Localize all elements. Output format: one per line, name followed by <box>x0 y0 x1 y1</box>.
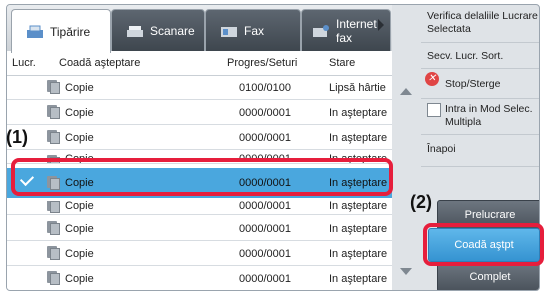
document-icon <box>47 221 60 235</box>
sort-button[interactable]: Secv. Lucr. Sort. <box>421 43 539 69</box>
document-icon <box>47 130 60 144</box>
highlight-selected-row <box>11 158 393 196</box>
stop-label: Stop/Sterge <box>445 78 501 90</box>
multi-select-toggle[interactable]: Intra in Mod Selec. Multipla <box>421 99 539 135</box>
callout-1: (1) <box>6 127 28 147</box>
complete-button[interactable]: Complet <box>437 262 539 290</box>
document-icon <box>47 201 60 213</box>
tab-print[interactable]: Tipărire <box>11 9 111 53</box>
tab-scroll-right-icon[interactable] <box>378 19 384 31</box>
table-row[interactable]: Copie 0000/0001 In aşteptare <box>7 201 392 215</box>
scroll-down-button[interactable] <box>396 263 416 283</box>
scroll-up-button[interactable] <box>396 83 416 103</box>
tab-bar: Tipărire Scanare Fax Internet fax <box>7 5 392 53</box>
tab-label: Fax <box>244 23 265 38</box>
tab-fax[interactable]: Fax <box>205 9 301 51</box>
checkbox-icon <box>427 103 441 117</box>
close-icon: ✕ <box>425 72 439 86</box>
tab-label: Scanare <box>150 23 195 38</box>
col-queue: Coadă aşteptare <box>59 57 141 69</box>
document-icon <box>47 105 60 119</box>
arrow-down-icon <box>400 268 412 275</box>
print-icon <box>26 25 44 39</box>
scan-icon <box>126 24 144 38</box>
highlight-queue-button <box>423 223 544 266</box>
table-row[interactable]: Copie 0000/0001 In aşteptare <box>7 100 392 125</box>
table-row[interactable]: Copie 0000/0001 In aşteptare <box>7 125 392 150</box>
col-progress: Progres/Seturi <box>227 57 298 69</box>
document-icon <box>47 80 60 94</box>
col-status: Stare <box>329 57 356 69</box>
document-icon <box>47 246 60 260</box>
arrow-up-icon <box>400 88 412 95</box>
tab-label: Tipărire <box>50 24 91 39</box>
tab-scan[interactable]: Scanare <box>111 9 205 51</box>
internet-fax-icon <box>312 24 330 38</box>
table-row[interactable]: Copie 0000/0001 In aşteptare <box>7 216 392 241</box>
table-row[interactable]: Copie 0100/0100 Lipsă hârtie <box>7 75 392 100</box>
fax-icon <box>220 24 238 38</box>
table-row[interactable]: Copie 0000/0001 In aşteptare <box>7 266 392 290</box>
stop-delete-button[interactable]: ✕ Stop/Sterge <box>421 69 539 99</box>
table-header: Lucr. Coadă aşteptare Progres/Seturi Sta… <box>7 51 392 76</box>
back-button[interactable]: Înapoi <box>421 135 539 167</box>
document-icon <box>47 271 60 285</box>
verify-details-button[interactable]: Verifica delaliile Lucrare Selectata <box>421 5 539 43</box>
multi-label: Intra in Mod Selec. Multipla <box>445 103 533 128</box>
table-row[interactable]: Copie 0000/0001 In aşteptare <box>7 241 392 266</box>
callout-2: (2) <box>410 192 432 212</box>
col-job: Lucr. <box>12 57 36 69</box>
